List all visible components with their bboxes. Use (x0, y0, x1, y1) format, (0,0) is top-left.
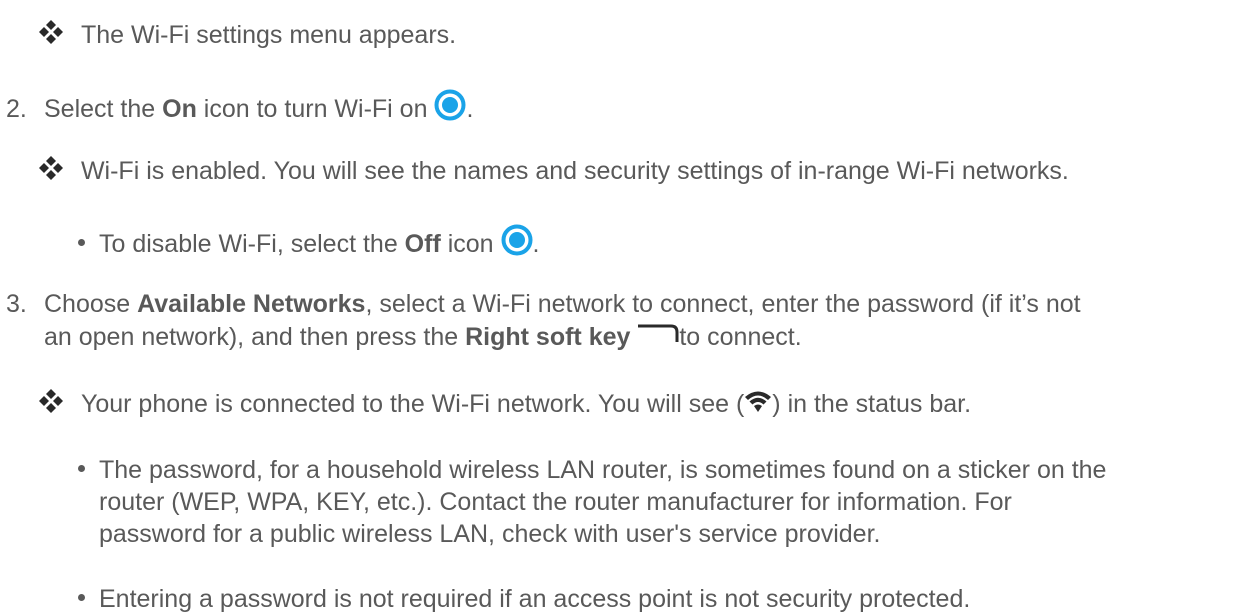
bullet-password-line-2: router (WEP, WPA, KEY, etc.). Contact th… (99, 487, 1012, 517)
result-text-3-pre: Your phone is connected to the Wi-Fi net… (80, 390, 745, 418)
result-diamond-icon (39, 156, 63, 180)
step-number: 3. (6, 290, 27, 318)
bullet-password-line-1: The password, for a household wireless L… (78, 455, 1106, 485)
bullet-disable-wifi: To disable Wi-Fi, select the Off icon . (78, 224, 540, 259)
bullet-access-point: Entering a password is not required if a… (78, 584, 970, 614)
step-2-text-post: icon to turn Wi-Fi on (196, 95, 428, 123)
step-2-text-pre: Select the (44, 95, 163, 123)
bullet-off-bold: Off (404, 230, 441, 258)
bullet-off-pre: To disable Wi-Fi, select the (99, 230, 405, 258)
bullet-dot (78, 594, 85, 601)
result-line-1: The Wi-Fi settings menu appears. (38, 19, 456, 50)
bullet-dot (78, 465, 85, 472)
step-3-text-mid: , select a Wi-Fi network to connect, ent… (365, 290, 1081, 318)
step-3-bold-networks: Available Networks (137, 290, 366, 318)
step-2: 2. Select the On icon to turn Wi-Fi on . (6, 89, 473, 124)
radio-off-icon (501, 224, 533, 256)
bullet-dot (78, 239, 85, 246)
bullet-password-line-3: password for a public wireless LAN, chec… (99, 519, 880, 549)
bullet-off-end: . (532, 230, 540, 258)
bullet-password-text-2: router (WEP, WPA, KEY, etc.). Contact th… (99, 488, 1012, 516)
result-diamond-icon (39, 389, 63, 413)
step-3-line-2: an open network), and then press the Rig… (44, 322, 802, 352)
bullet-password-text-1: The password, for a household wireless L… (99, 456, 1107, 484)
result-line-2: Wi-Fi is enabled. You will see the names… (38, 155, 1069, 186)
step-2-bold: On (162, 95, 197, 123)
step-3-line-1: 3. Choose Available Networks, select a Wi… (6, 289, 1081, 319)
step-3-bold-softkey: Right soft key (465, 323, 631, 351)
bullet-access-text: Entering a password is not required if a… (99, 585, 971, 613)
step-number: 2. (6, 95, 27, 123)
step-3-line2-pre: an open network), and then press the (44, 323, 466, 351)
bullet-password-text-3: password for a public wireless LAN, chec… (99, 520, 881, 548)
result-text-1: The Wi-Fi settings menu appears. (80, 21, 457, 49)
step-3-line2-post: to connect. (679, 323, 802, 351)
step-2-end: . (466, 95, 474, 123)
radio-on-icon (434, 89, 466, 121)
wifi-icon (745, 391, 772, 412)
result-text-2: Wi-Fi is enabled. You will see the names… (80, 157, 1069, 185)
result-line-3: Your phone is connected to the Wi-Fi net… (38, 388, 971, 419)
bullet-off-post: icon (440, 230, 494, 258)
right-soft-key-icon (638, 324, 679, 342)
result-text-3-post: ) in the status bar. (772, 390, 972, 418)
result-diamond-icon (39, 20, 63, 44)
step-3-text-pre: Choose (44, 290, 138, 318)
